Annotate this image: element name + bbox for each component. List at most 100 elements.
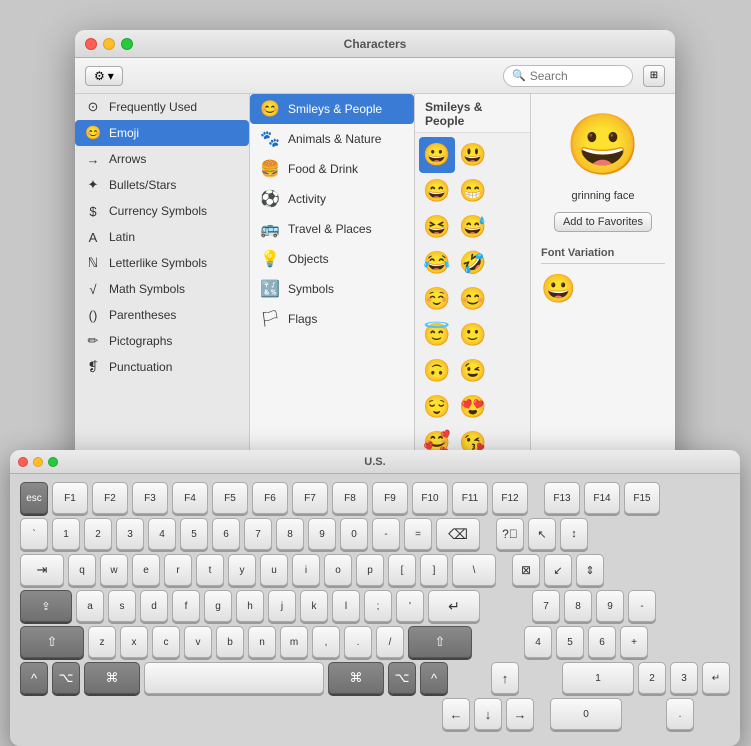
key-0[interactable]: 0: [340, 518, 368, 550]
key-numpad-0[interactable]: 0: [550, 698, 622, 730]
emoji-cell[interactable]: ☺️: [419, 281, 455, 317]
key-8[interactable]: 8: [276, 518, 304, 550]
emoji-cell[interactable]: 😉: [455, 353, 491, 389]
key-numpad-fwd-del[interactable]: ⊠: [512, 554, 540, 586]
category-item-objects[interactable]: 💡 Objects: [250, 244, 414, 274]
key-3[interactable]: 3: [116, 518, 144, 550]
sidebar-item-frequently-used[interactable]: ⊙ Frequently Used: [75, 94, 249, 120]
key-shift-left[interactable]: ⇧: [20, 626, 84, 658]
emoji-cell[interactable]: 😁: [455, 173, 491, 209]
key-f[interactable]: f: [172, 590, 200, 622]
category-item-travel[interactable]: 🚌 Travel & Places: [250, 214, 414, 244]
key-t[interactable]: t: [196, 554, 224, 586]
category-item-smileys[interactable]: 😊 Smileys & People: [250, 94, 414, 124]
key-comma[interactable]: ,: [312, 626, 340, 658]
emoji-cell[interactable]: 😌: [419, 389, 455, 425]
emoji-cell[interactable]: 🤣: [455, 245, 491, 281]
key-r[interactable]: r: [164, 554, 192, 586]
category-item-food[interactable]: 🍔 Food & Drink: [250, 154, 414, 184]
sidebar-item-emoji[interactable]: 😊 Emoji: [75, 120, 249, 146]
sidebar-item-math-symbols[interactable]: √ Math Symbols: [75, 276, 249, 302]
close-button[interactable]: [85, 38, 97, 50]
key-equals[interactable]: =: [404, 518, 432, 550]
key-slash[interactable]: /: [376, 626, 404, 658]
emoji-cell[interactable]: 😂: [419, 245, 455, 281]
key-rbracket[interactable]: ]: [420, 554, 448, 586]
key-quote[interactable]: ': [396, 590, 424, 622]
kb-minimize-button[interactable]: [33, 457, 43, 467]
key-right-arrow[interactable]: →: [506, 698, 534, 730]
key-4[interactable]: 4: [148, 518, 176, 550]
key-numpad-9[interactable]: 9: [596, 590, 624, 622]
key-y[interactable]: y: [228, 554, 256, 586]
sidebar-item-currency-symbols[interactable]: $ Currency Symbols: [75, 198, 249, 224]
emoji-cell[interactable]: 😃: [455, 137, 491, 173]
key-f2[interactable]: F2: [92, 482, 128, 514]
kb-close-button[interactable]: [18, 457, 28, 467]
key-f7[interactable]: F7: [292, 482, 328, 514]
key-a[interactable]: a: [76, 590, 104, 622]
key-f11[interactable]: F11: [452, 482, 488, 514]
emoji-cell[interactable]: 🙃: [419, 353, 455, 389]
key-f6[interactable]: F6: [252, 482, 288, 514]
key-j[interactable]: j: [268, 590, 296, 622]
key-minus[interactable]: -: [372, 518, 400, 550]
key-f14[interactable]: F14: [584, 482, 620, 514]
minimize-button[interactable]: [103, 38, 115, 50]
key-backspace[interactable]: ⌫: [436, 518, 480, 550]
key-h[interactable]: h: [236, 590, 264, 622]
key-m[interactable]: m: [280, 626, 308, 658]
key-7[interactable]: 7: [244, 518, 272, 550]
key-i[interactable]: i: [292, 554, 320, 586]
emoji-cell[interactable]: 😄: [419, 173, 455, 209]
key-backtick[interactable]: `: [20, 518, 48, 550]
key-numpad-pgup[interactable]: ↕: [560, 518, 588, 550]
key-shift-right[interactable]: ⇧: [408, 626, 472, 658]
category-item-symbols[interactable]: 🔣 Symbols: [250, 274, 414, 304]
key-f10[interactable]: F10: [412, 482, 448, 514]
key-lbracket[interactable]: [: [388, 554, 416, 586]
key-tab[interactable]: ⇥: [20, 554, 64, 586]
sidebar-item-arrows[interactable]: → Arrows: [75, 146, 249, 172]
sidebar-item-punctuation[interactable]: ❡ Punctuation: [75, 354, 249, 380]
key-w[interactable]: w: [100, 554, 128, 586]
key-k[interactable]: k: [300, 590, 328, 622]
key-esc[interactable]: esc: [20, 482, 48, 514]
emoji-cell[interactable]: 😆: [419, 209, 455, 245]
key-f12[interactable]: F12: [492, 482, 528, 514]
sidebar-item-pictographs[interactable]: ✏ Pictographs: [75, 328, 249, 354]
category-item-activity[interactable]: ⚽ Activity: [250, 184, 414, 214]
key-g[interactable]: g: [204, 590, 232, 622]
key-d[interactable]: d: [140, 590, 168, 622]
key-z[interactable]: z: [88, 626, 116, 658]
key-f8[interactable]: F8: [332, 482, 368, 514]
key-f9[interactable]: F9: [372, 482, 408, 514]
key-numpad-4[interactable]: 4: [524, 626, 552, 658]
sidebar-item-parentheses[interactable]: () Parentheses: [75, 302, 249, 328]
emoji-cell[interactable]: 😇: [419, 317, 455, 353]
key-left-arrow[interactable]: ←: [442, 698, 470, 730]
gear-button[interactable]: ⚙ ▾: [85, 66, 123, 86]
sidebar-item-bullets-stars[interactable]: ✦ Bullets/Stars: [75, 172, 249, 198]
key-numpad-7[interactable]: 7: [532, 590, 560, 622]
emoji-cell[interactable]: 😊: [455, 281, 491, 317]
key-b[interactable]: b: [216, 626, 244, 658]
key-9[interactable]: 9: [308, 518, 336, 550]
key-2[interactable]: 2: [84, 518, 112, 550]
search-input[interactable]: [530, 69, 624, 83]
grid-view-button[interactable]: ⊞: [643, 65, 665, 87]
key-5[interactable]: 5: [180, 518, 208, 550]
key-6[interactable]: 6: [212, 518, 240, 550]
add-favorites-button[interactable]: Add to Favorites: [554, 212, 652, 232]
emoji-cell[interactable]: 🙂: [455, 317, 491, 353]
sidebar-item-letterlike-symbols[interactable]: ℕ Letterlike Symbols: [75, 250, 249, 276]
key-s[interactable]: s: [108, 590, 136, 622]
key-backslash[interactable]: \: [452, 554, 496, 586]
emoji-cell[interactable]: 😅: [455, 209, 491, 245]
key-return[interactable]: ↵: [428, 590, 480, 622]
key-f15[interactable]: F15: [624, 482, 660, 514]
key-down-arrow[interactable]: ↓: [474, 698, 502, 730]
key-u[interactable]: u: [260, 554, 288, 586]
key-f3[interactable]: F3: [132, 482, 168, 514]
key-c[interactable]: c: [152, 626, 180, 658]
